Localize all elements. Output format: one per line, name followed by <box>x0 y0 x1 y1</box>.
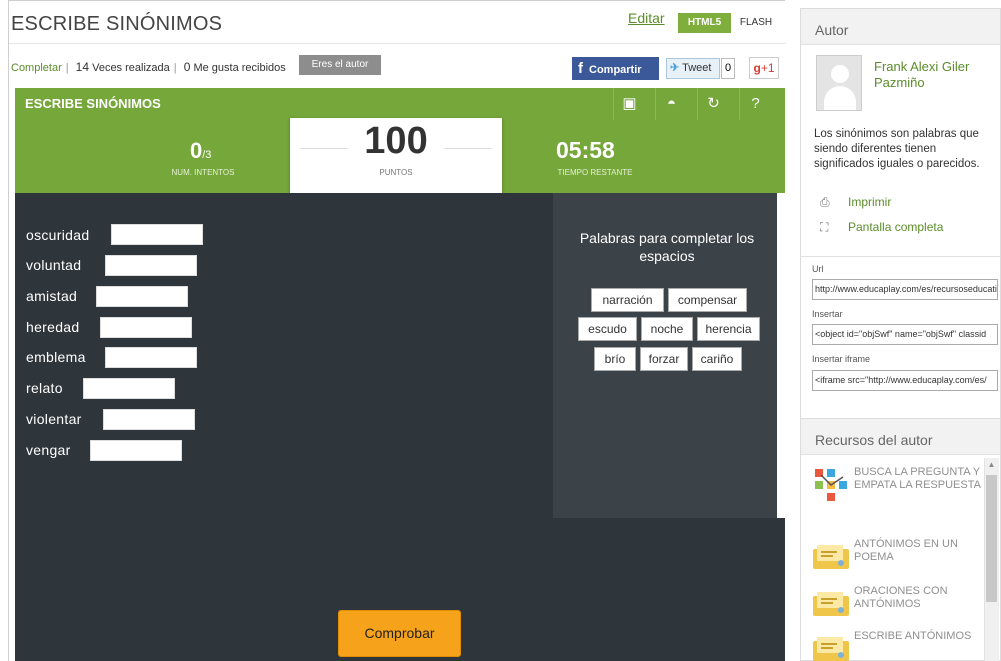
word-chip[interactable]: forzar <box>640 347 688 371</box>
avatar <box>816 55 862 111</box>
tab-flash[interactable]: FLASH <box>732 13 780 33</box>
edit-link[interactable]: Editar <box>628 10 665 26</box>
page-title: ESCRIBE SINÓNIMOS <box>11 13 223 35</box>
resource-title: ANTÓNIMOS EN UN POEMA <box>854 538 958 563</box>
answer-input-violentar[interactable] <box>103 409 195 430</box>
tab-html5[interactable]: HTML5 <box>678 13 731 33</box>
restart-icon[interactable]: ↻ <box>697 88 729 120</box>
resource-title: BUSCA LA PREGUNTA Y EMPATA LA RESPUESTA <box>854 466 981 491</box>
tweet-count: 0 <box>721 58 735 79</box>
word-chip[interactable]: herencia <box>697 317 760 341</box>
points-value: 100 <box>364 120 428 162</box>
word-label-violentar: violentar <box>26 411 82 427</box>
document-thumbnail-icon <box>813 545 849 569</box>
answer-input-oscuridad[interactable] <box>111 224 203 245</box>
activity-type-link[interactable]: Completar <box>11 62 62 74</box>
word-chip[interactable]: brío <box>594 347 636 371</box>
scrollbar-thumb[interactable] <box>986 475 997 602</box>
audio-icon[interactable]: ◓ <box>655 88 687 120</box>
fullscreen-icon: ⛶ <box>820 220 829 234</box>
twitter-icon: ✈ <box>670 62 680 74</box>
resource-title: ORACIONES CON ANTÓNIMOS <box>854 585 948 610</box>
word-label-voluntad: voluntad <box>26 257 82 273</box>
game-title: ESCRIBE SINÓNIMOS <box>25 96 161 111</box>
attempts-counter: 0/3 <box>190 138 212 163</box>
screenshot-icon[interactable]: ▣ <box>613 88 645 120</box>
facebook-icon: f <box>578 60 583 77</box>
word-chip[interactable]: cariño <box>692 347 742 371</box>
resource-title: ESCRIBE ANTÓNIMOS <box>854 630 972 642</box>
game-toolbar: ESCRIBE SINÓNIMOS ▣ ◓ ↻ ? <box>15 88 785 120</box>
word-label-emblema: emblema <box>26 349 86 365</box>
print-link[interactable]: ⎙ Imprimir <box>820 195 891 210</box>
attempts-label: NUM. INTENTOS <box>171 168 235 177</box>
word-label-oscuridad: oscuridad <box>26 227 90 243</box>
time-label: TIEMPO RESTANTE <box>557 168 633 177</box>
iframe-field[interactable]: <iframe src="http://www.educaplay.com/es… <box>812 370 998 391</box>
answer-input-emblema[interactable] <box>105 347 197 368</box>
points-label: PUNTOS <box>379 168 413 177</box>
answer-input-vengar[interactable] <box>90 440 182 461</box>
check-button[interactable]: Comprobar <box>338 610 461 657</box>
palette-title: Palabras para completar los espacios <box>579 230 755 264</box>
activity-description: Los sinónimos son palabras que siendo di… <box>814 128 980 170</box>
url-label: Url <box>812 264 824 274</box>
tweet-button[interactable]: ✈ Tweet <box>666 58 720 79</box>
activity-meta: Completar | 14 Veces realizada | 0 Me gust… <box>11 60 286 74</box>
resource-item[interactable]: ANTÓNIMOS EN UN POEMA <box>811 537 981 585</box>
points-card: 100 PUNTOS <box>290 118 502 198</box>
embed-label: Insertar <box>812 309 843 319</box>
fullscreen-link[interactable]: ⛶ Pantalla completa <box>820 220 943 235</box>
word-label-relato: relato <box>26 380 63 396</box>
resource-item[interactable]: ORACIONES CON ANTÓNIMOS <box>811 584 981 632</box>
help-icon[interactable]: ? <box>739 88 771 120</box>
answer-input-heredad[interactable] <box>100 317 192 338</box>
resource-item[interactable]: BUSCA LA PREGUNTA Y EMPATA LA RESPUESTA <box>811 465 981 513</box>
word-label-amistad: amistad <box>26 288 78 304</box>
times-count: 14 <box>75 60 90 74</box>
word-chip[interactable]: compensar <box>668 288 747 312</box>
word-label-vengar: vengar <box>26 442 71 458</box>
answer-area <box>15 193 561 518</box>
resource-item[interactable]: ESCRIBE ANTÓNIMOS <box>811 629 981 661</box>
resources-panel-heading: Recursos del autor <box>801 419 1000 455</box>
word-chip[interactable]: escudo <box>578 317 637 341</box>
times-label: Veces realizada <box>92 62 170 74</box>
scroll-up-icon[interactable]: ▲ <box>984 458 999 472</box>
word-label-heredad: heredad <box>26 319 80 335</box>
word-chip[interactable]: noche <box>641 317 693 341</box>
author-panel-heading: Autor <box>801 9 1000 45</box>
word-chip[interactable]: narración <box>591 288 664 312</box>
title-divider <box>9 43 786 44</box>
puzzle-thumbnail-icon <box>811 465 851 503</box>
answer-input-amistad[interactable] <box>96 286 188 307</box>
answer-input-voluntad[interactable] <box>105 255 197 276</box>
url-field[interactable]: http://www.educaplay.com/es/recursoseduc… <box>812 279 998 300</box>
embed-field[interactable]: <object id="objSwf" name="objSwf" classi… <box>812 324 998 345</box>
facebook-share-button[interactable]: f Compartir <box>572 57 659 80</box>
google-plus-button[interactable]: g+1 <box>749 57 779 79</box>
document-thumbnail-icon <box>813 592 849 616</box>
likes-label: Me gusta recibidos <box>193 62 286 74</box>
likes-count: 0 <box>183 60 191 74</box>
answer-input-relato[interactable] <box>83 378 175 399</box>
author-name[interactable]: Frank Alexi Giler Pazmiño <box>874 59 994 91</box>
author-button[interactable]: Eres el autor <box>299 55 381 75</box>
iframe-label: Insertar iframe <box>812 354 871 364</box>
print-icon: ⎙ <box>820 195 830 209</box>
time-remaining: 05:58 <box>556 137 615 163</box>
document-thumbnail-icon <box>813 637 849 661</box>
